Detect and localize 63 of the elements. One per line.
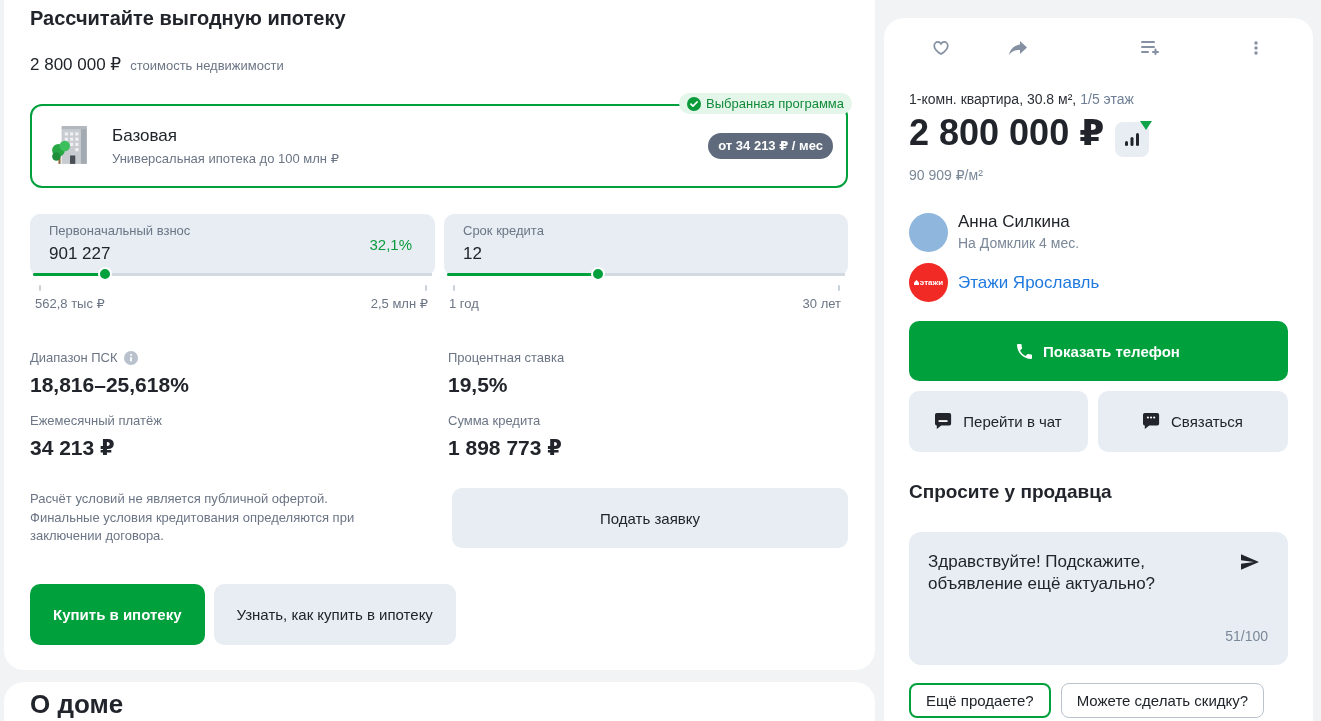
stat-value: 34 213 ₽ xyxy=(30,436,115,460)
price-caption: стоимость недвижимости xyxy=(130,57,284,75)
suggestion-chip[interactable]: Ещё продаете? xyxy=(909,683,1051,718)
agency-link[interactable]: Этажи Ярославль xyxy=(958,271,1100,294)
scale-tick xyxy=(425,285,427,291)
scale-max-label: 30 лет xyxy=(802,295,841,313)
stat-value: 18,816–25,618% xyxy=(30,373,189,397)
stat-label: Процентная ставка xyxy=(448,350,565,366)
logo-text: этажи xyxy=(919,277,944,288)
list-plus-icon[interactable] xyxy=(1141,41,1159,55)
apply-button[interactable]: Подать заявку xyxy=(452,488,848,548)
building-icon xyxy=(52,126,87,166)
section-title: Рассчитайте выгодную ипотеку xyxy=(30,6,347,30)
section-title: О доме xyxy=(30,690,125,718)
mortgage-button[interactable]: Узнать, как купить в ипотеку xyxy=(213,584,456,645)
field-label: Первоначальный взнос xyxy=(49,223,192,239)
property-price: 2 800 000 ₽ xyxy=(30,54,122,76)
seller-name: Анна Силкина xyxy=(958,212,1070,232)
scale-max-label: 2,5 млн ₽ xyxy=(370,295,428,313)
stat-value: 1 898 773 ₽ xyxy=(448,436,562,460)
program-description: Универсальная ипотека до 100 млн ₽ xyxy=(112,149,340,168)
contact-button[interactable]: Перейти в чат xyxy=(909,391,1088,452)
listing-price: 2 800 000 ₽ xyxy=(909,113,1105,153)
check-circle-icon xyxy=(687,96,702,111)
stat-label: Сумма кредита xyxy=(448,413,541,429)
field-value: 901 227 xyxy=(49,243,112,265)
scale-tick xyxy=(838,285,840,291)
stat-label: Ежемесячный платёж xyxy=(30,413,162,429)
char-counter: 51/100 xyxy=(1225,627,1268,645)
floor-info: 1/5 этаж xyxy=(1080,90,1134,109)
more-icon[interactable] xyxy=(1254,41,1258,55)
phone-icon xyxy=(1017,343,1033,359)
share-icon[interactable] xyxy=(1009,41,1027,55)
house-icon xyxy=(913,280,919,285)
scale-min-label: 562,8 тыс ₽ xyxy=(35,295,105,313)
bar-chart-icon xyxy=(1125,133,1140,146)
section-title: Спросите у продавца xyxy=(909,480,1113,504)
info-icon[interactable] xyxy=(123,351,138,365)
chat-dots-icon xyxy=(1143,413,1160,430)
field-label: Срок кредита xyxy=(463,223,545,239)
suggestion-chip[interactable]: Можете сделать скидку? xyxy=(1060,683,1265,718)
scale-tick xyxy=(453,285,455,291)
percent-value: 32,1% xyxy=(369,235,412,253)
send-icon[interactable] xyxy=(1241,554,1259,570)
listing-summary: 1-комн. квартира, 30.8 м², xyxy=(909,90,1077,109)
program-name: Базовая xyxy=(112,124,178,147)
contact-button[interactable]: Связаться xyxy=(1098,391,1288,452)
field-value: 12 xyxy=(463,243,483,265)
chat-icon xyxy=(935,413,953,430)
disclaimer-text: Расчёт условий не является публичной офертой. Финальные условия кредитования определяются при заключении договора. xyxy=(30,490,356,545)
scale-min-label: 1 год xyxy=(449,295,479,313)
message-field[interactable]: Здравствуйте! Подскажите, объявление ещё актуально? 51/100 xyxy=(909,532,1288,665)
price-chart-button[interactable] xyxy=(1115,122,1150,157)
slider-thumb[interactable] xyxy=(97,267,112,281)
scale-tick xyxy=(39,285,41,291)
slider-thumb[interactable] xyxy=(591,267,606,281)
price-per-meter: 90 909 ₽/м² xyxy=(909,166,984,185)
stat-label: Диапазон ПСК xyxy=(30,350,118,366)
seller-tenure: На Домклик 4 мес. xyxy=(958,234,1080,252)
stat-value: 19,5% xyxy=(448,373,508,397)
avatar-placeholder xyxy=(909,212,948,252)
heart-icon[interactable] xyxy=(933,41,949,55)
monthly-payment-pill: от 34 213 ₽ / мес xyxy=(708,133,833,159)
